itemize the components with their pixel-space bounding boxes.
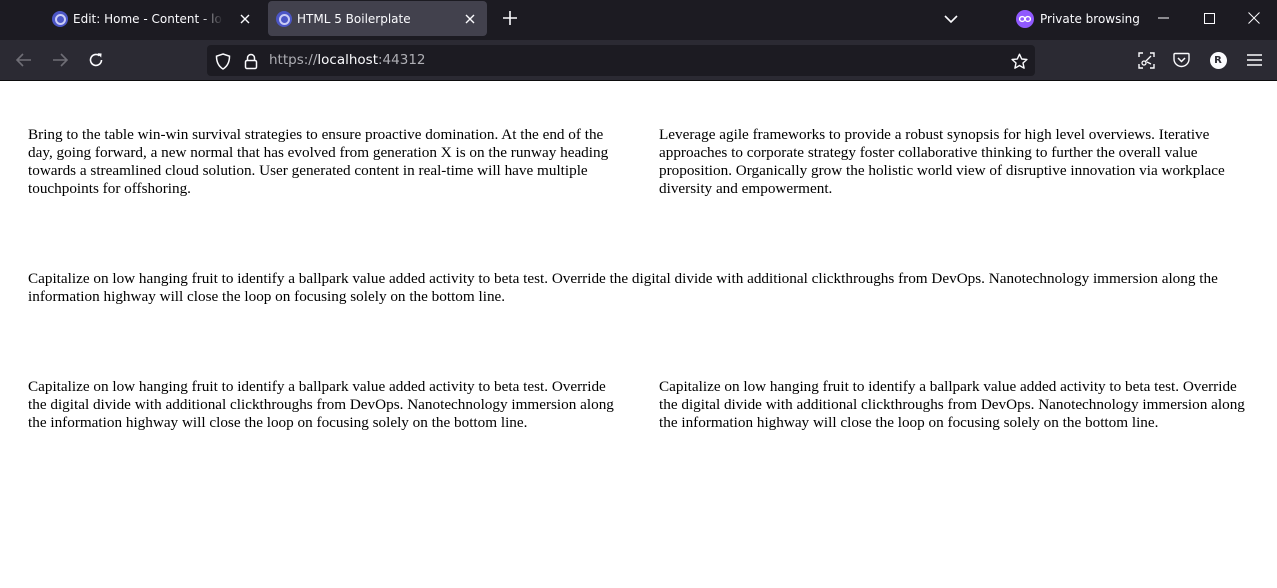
- maximize-button[interactable]: [1186, 0, 1232, 36]
- tab-strip: Edit: Home - Content - localhost HTML 5 …: [0, 0, 1277, 40]
- pocket-button[interactable]: [1167, 46, 1195, 74]
- lock-icon[interactable]: [241, 51, 261, 71]
- screenshot-button[interactable]: [1132, 46, 1160, 74]
- site-favicon-icon: [276, 11, 292, 27]
- minimize-button[interactable]: [1140, 0, 1186, 36]
- menu-button[interactable]: [1240, 46, 1268, 74]
- tab-html5-boilerplate[interactable]: HTML 5 Boilerplate: [268, 1, 487, 36]
- page-content: Bring to the table win-win survival stra…: [0, 82, 1277, 588]
- close-icon[interactable]: [461, 10, 479, 28]
- chevron-down-icon: [944, 14, 958, 23]
- minimize-icon: [1157, 17, 1169, 19]
- plus-icon: [503, 11, 517, 25]
- tab-title: HTML 5 Boilerplate: [297, 12, 411, 26]
- reload-icon: [89, 53, 103, 67]
- url-port: :44312: [378, 52, 426, 68]
- private-browsing-indicator: Private browsing: [1016, 9, 1140, 29]
- reload-button[interactable]: [82, 46, 110, 74]
- paragraph: Capitalize on low hanging fruit to ident…: [28, 378, 614, 431]
- list-all-tabs-button[interactable]: [939, 7, 963, 31]
- paragraph: Capitalize on low hanging fruit to ident…: [28, 270, 1218, 305]
- forward-button[interactable]: [46, 46, 74, 74]
- screenshot-icon: [1137, 51, 1155, 69]
- paragraph: Bring to the table win-win survival stra…: [28, 126, 609, 197]
- arrow-left-icon: [16, 53, 31, 67]
- back-button[interactable]: [10, 46, 38, 74]
- tab-edit-home[interactable]: Edit: Home - Content - localhost: [44, 1, 262, 36]
- new-tab-button[interactable]: [497, 5, 523, 31]
- bookmark-star-icon[interactable]: [1009, 51, 1029, 71]
- site-favicon-icon: [52, 11, 68, 27]
- account-button[interactable]: R: [1204, 46, 1232, 74]
- tab-title: Edit: Home - Content - localhost: [73, 12, 223, 26]
- paragraph: Capitalize on low hanging fruit to ident…: [659, 378, 1245, 431]
- tracking-protection-shield-icon[interactable]: [213, 51, 233, 71]
- url-host: localhost: [317, 52, 378, 68]
- address-bar[interactable]: https://localhost:44312: [207, 45, 1035, 76]
- private-browsing-icon: [1016, 10, 1034, 28]
- url-scheme: https://: [269, 52, 318, 68]
- close-icon: [1248, 12, 1260, 24]
- paragraph: Leverage agile frameworks to provide a r…: [659, 126, 1225, 197]
- navigation-toolbar: https://localhost:44312 R: [0, 40, 1277, 81]
- arrow-right-icon: [53, 53, 68, 67]
- close-window-button[interactable]: [1231, 0, 1277, 36]
- url-text: https://localhost:44312: [269, 52, 426, 69]
- private-browsing-label: Private browsing: [1040, 12, 1140, 26]
- close-icon[interactable]: [236, 10, 254, 28]
- pocket-icon: [1172, 52, 1190, 68]
- hamburger-menu-icon: [1246, 54, 1262, 66]
- maximize-icon: [1203, 12, 1215, 24]
- avatar: R: [1209, 51, 1227, 69]
